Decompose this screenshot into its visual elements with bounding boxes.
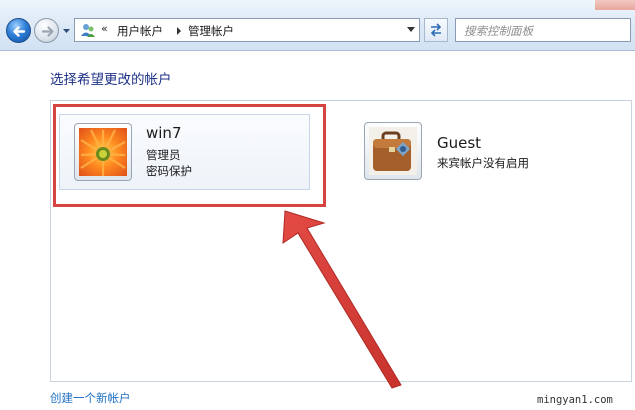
annotation-arrow-icon (282, 210, 402, 389)
window: « 用户帐户 管理帐户 搜索控制面板 选择希望更改的帐户 win7 管理员 密码… (0, 0, 635, 410)
create-new-account-link[interactable]: 创建一个新帐户 (50, 390, 131, 406)
watermark: mingyan1.com (537, 394, 613, 406)
